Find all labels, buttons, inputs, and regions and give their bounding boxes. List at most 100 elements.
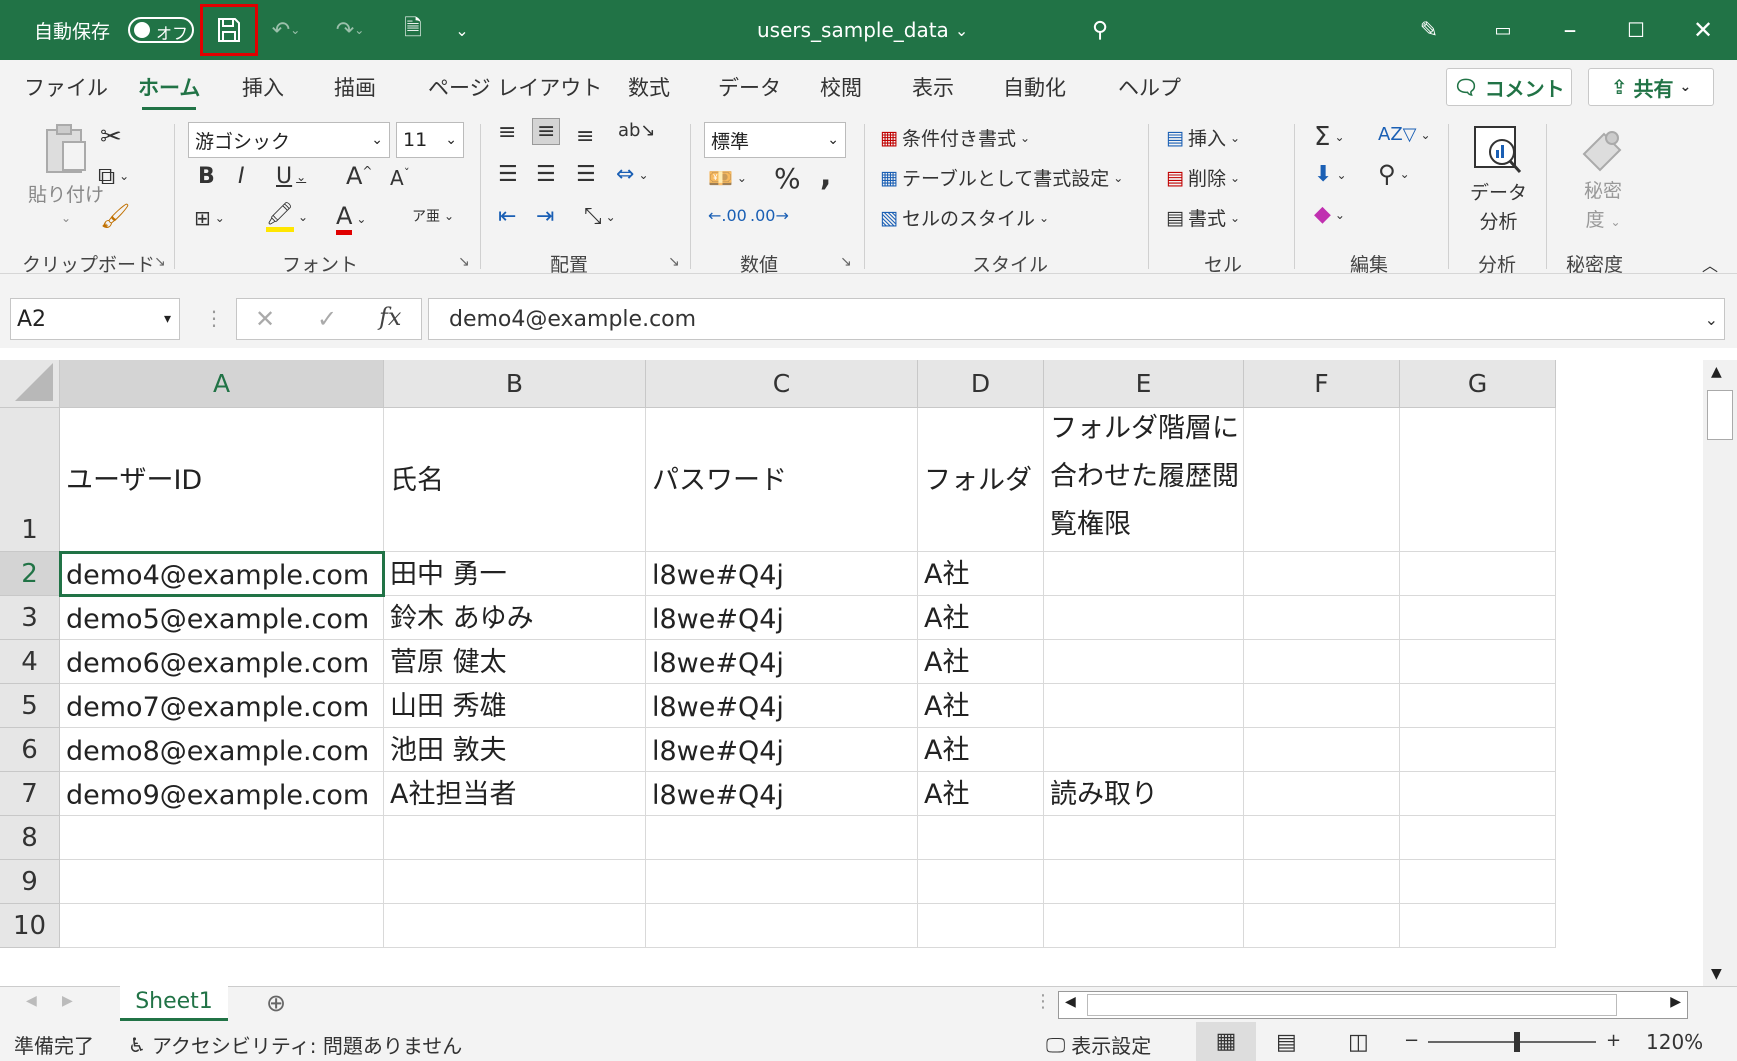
sheet-tab-sheet1[interactable]: Sheet1 <box>120 985 228 1021</box>
decrease-indent-button[interactable]: ⇤ <box>498 204 516 229</box>
accessibility-status[interactable]: ♿ アクセシビリティ: 問題ありません <box>128 1030 462 1059</box>
increase-indent-button[interactable]: ⇥ <box>536 204 554 229</box>
maximize-button[interactable]: ☐ <box>1603 0 1669 60</box>
format-cells-button[interactable]: ▤ 書式 ⌄ <box>1166 204 1240 231</box>
row-header-2[interactable]: 2 <box>0 552 60 596</box>
scroll-left-icon[interactable]: ◀ <box>1065 994 1076 1010</box>
cell-a9[interactable] <box>60 860 384 904</box>
document-title[interactable]: users_sample_data ⌄ <box>757 0 968 60</box>
cell-b2[interactable]: 田中 勇一 <box>384 552 646 596</box>
tab-data[interactable]: データ <box>718 72 781 102</box>
cell-d6[interactable]: A社 <box>918 728 1044 772</box>
row-header-5[interactable]: 5 <box>0 684 60 728</box>
comma-button[interactable]: , <box>820 158 831 193</box>
align-left-button[interactable]: ☰ <box>498 162 518 187</box>
conditional-format-button[interactable]: ▦ 条件付き書式 ⌄ <box>880 124 1030 151</box>
cell-b6[interactable]: 池田 敦夫 <box>384 728 646 772</box>
paste-button[interactable]: 貼り付け ⌄ <box>28 122 104 225</box>
cell-d3[interactable]: A社 <box>918 596 1044 640</box>
row-header-8[interactable]: 8 <box>0 816 60 860</box>
clear-button[interactable]: ◆ ⌄ <box>1314 202 1345 227</box>
name-box[interactable]: A2 ▾ <box>10 298 180 340</box>
tab-file[interactable]: ファイル <box>24 72 108 102</box>
drag-handle-icon[interactable]: ⋮ <box>204 306 224 330</box>
vertical-scrollbar[interactable]: ▲ ▼ <box>1703 360 1737 986</box>
font-size-select[interactable]: 11 ⌄ <box>396 122 464 158</box>
cell-d7[interactable]: A社 <box>918 772 1044 816</box>
decrease-font-button[interactable]: Aˇ <box>390 166 410 190</box>
cell-d1[interactable]: フォルダ <box>918 408 1044 552</box>
collapse-ribbon-button[interactable]: ︿ <box>1702 252 1718 276</box>
cut-button[interactable]: ✂ <box>100 122 122 152</box>
cell-c4[interactable]: l8we#Q4j <box>646 640 918 684</box>
insert-cells-button[interactable]: ▤ 挿入 ⌄ <box>1166 124 1240 151</box>
cell-e2[interactable] <box>1044 552 1244 596</box>
cell-d5[interactable]: A社 <box>918 684 1044 728</box>
italic-button[interactable]: I <box>238 164 245 189</box>
cell-d10[interactable] <box>918 904 1044 948</box>
column-header-b[interactable]: B <box>384 360 646 408</box>
undo-button[interactable]: ↶ ⌄ <box>266 14 306 46</box>
tab-formulas[interactable]: 数式 <box>628 72 670 102</box>
underline-button[interactable]: U ⌄ <box>276 164 306 189</box>
ribbon-display-button[interactable]: ▭ <box>1470 0 1536 60</box>
autosum-button[interactable]: Σ ⌄ <box>1314 122 1345 152</box>
scroll-sheets-right-icon[interactable]: ▶ <box>62 993 73 1009</box>
cell-e8[interactable] <box>1044 816 1244 860</box>
row-header-7[interactable]: 7 <box>0 772 60 816</box>
cell-g5[interactable] <box>1400 684 1556 728</box>
cell-e9[interactable] <box>1044 860 1244 904</box>
borders-button[interactable]: ⊞ ⌄ <box>194 206 225 230</box>
customize-toolbar-button[interactable]: ⌄ <box>450 14 474 46</box>
row-header-4[interactable]: 4 <box>0 640 60 684</box>
add-sheet-icon[interactable]: ⊕ <box>266 989 286 1017</box>
horizontal-scrollbar[interactable]: ◀ ▶ <box>1058 991 1688 1019</box>
page-layout-view-button[interactable]: ▤ <box>1276 1030 1297 1055</box>
bold-button[interactable]: B <box>198 164 215 189</box>
cell-g1[interactable] <box>1400 408 1556 552</box>
cancel-icon[interactable]: ✕ <box>255 305 275 333</box>
cell-a8[interactable] <box>60 816 384 860</box>
cell-b7[interactable]: A社担当者 <box>384 772 646 816</box>
zoom-slider-thumb[interactable] <box>1514 1032 1520 1052</box>
cell-e6[interactable] <box>1044 728 1244 772</box>
cell-c9[interactable] <box>646 860 918 904</box>
scroll-down-icon[interactable]: ▼ <box>1711 966 1722 982</box>
cell-b9[interactable] <box>384 860 646 904</box>
column-header-d[interactable]: D <box>918 360 1044 408</box>
tab-draw[interactable]: 描画 <box>334 72 376 102</box>
insert-function-icon[interactable]: fx <box>379 303 401 331</box>
fill-button[interactable]: ⬇ ⌄ <box>1314 162 1347 187</box>
number-format-select[interactable]: 標準 ⌄ <box>704 122 846 158</box>
cell-a1[interactable]: ユーザーID <box>60 408 384 552</box>
merge-center-button[interactable]: ⇔ ⌄ <box>616 162 649 187</box>
percent-button[interactable]: % <box>774 162 801 195</box>
cell-f1[interactable] <box>1244 408 1400 552</box>
row-header-6[interactable]: 6 <box>0 728 60 772</box>
cell-c3[interactable]: l8we#Q4j <box>646 596 918 640</box>
print-preview-button[interactable]: 🗎 <box>398 14 428 46</box>
column-header-a[interactable]: A <box>60 360 384 408</box>
sort-filter-button[interactable]: AZ▽ ⌄ <box>1378 124 1431 145</box>
analyze-data-button[interactable]: データ 分析 <box>1470 124 1527 234</box>
cell-f3[interactable] <box>1244 596 1400 640</box>
cell-g3[interactable] <box>1400 596 1556 640</box>
expand-formula-icon[interactable]: ⌄ <box>1705 310 1718 329</box>
cell-a5[interactable]: demo7@example.com <box>60 684 384 728</box>
cell-a4[interactable]: demo6@example.com <box>60 640 384 684</box>
save-button[interactable] <box>200 4 258 56</box>
cell-b4[interactable]: 菅原 健太 <box>384 640 646 684</box>
cell-b3[interactable]: 鈴木 あゆみ <box>384 596 646 640</box>
increase-font-button[interactable]: A^ <box>346 162 372 190</box>
accounting-format-button[interactable]: 💴 ⌄ <box>708 166 747 190</box>
zoom-in-button[interactable]: + <box>1606 1030 1621 1051</box>
page-break-view-button[interactable]: ◫ <box>1348 1030 1369 1055</box>
cell-d8[interactable] <box>918 816 1044 860</box>
row-header-10[interactable]: 10 <box>0 904 60 948</box>
cell-a2[interactable]: demo4@example.com <box>59 551 385 597</box>
cell-f9[interactable] <box>1244 860 1400 904</box>
cell-b5[interactable]: 山田 秀雄 <box>384 684 646 728</box>
row-header-3[interactable]: 3 <box>0 596 60 640</box>
format-painter-button[interactable]: 🖌 <box>100 202 130 230</box>
cell-d2[interactable]: A社 <box>918 552 1044 596</box>
